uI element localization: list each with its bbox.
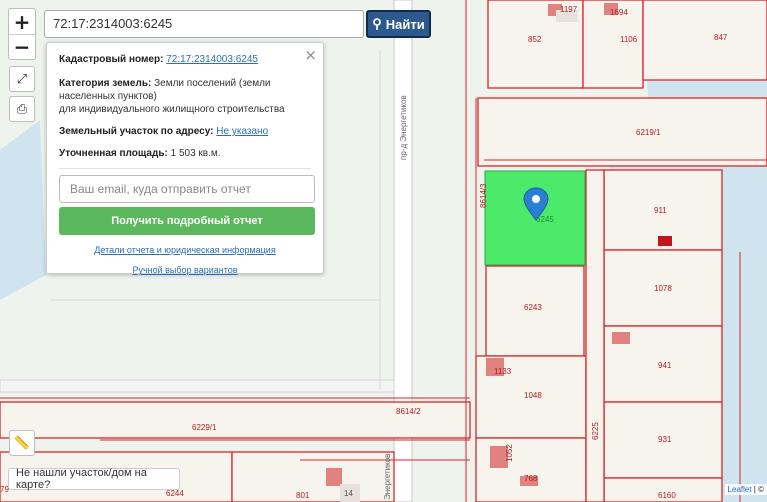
area-value: 1 503 кв.м. xyxy=(170,148,221,159)
building xyxy=(612,332,630,344)
close-icon[interactable]: × xyxy=(304,46,317,64)
parcel-label: 8614/2 xyxy=(396,407,421,416)
building xyxy=(326,468,342,486)
water-area xyxy=(0,120,46,300)
expand-icon: ⤢ xyxy=(16,71,28,87)
parcel-label: 911 xyxy=(654,206,667,215)
cadastral-number-row: Кадастровый номер: 72:17:2314003:6245 xyxy=(59,53,311,66)
address-row: Земельный участок по адресу: Не указано xyxy=(59,125,311,138)
cadastral-label: Кадастровый номер: xyxy=(59,54,164,65)
category-value: Земли поселений (земли xyxy=(154,78,271,89)
parcel-info-popup: × Кадастровый номер: 72:17:2314003:6245 … xyxy=(46,42,324,275)
map-attribution: Leaflet | © xyxy=(724,484,767,495)
parcel[interactable] xyxy=(585,169,605,502)
parcel-label: 801 xyxy=(296,491,310,500)
address-link[interactable]: Не указано xyxy=(216,126,268,137)
parcel-label: 6225 xyxy=(591,422,600,440)
print-button[interactable]: ⎙ xyxy=(9,96,35,122)
parcel-label: 931 xyxy=(658,435,672,444)
parcel[interactable] xyxy=(642,0,767,81)
category-value: для индивидуального жилищного строительс… xyxy=(59,104,285,115)
land-category-row: Категория земель: Земли поселений (земли… xyxy=(59,77,311,116)
parcel-label: 6229/1 xyxy=(192,423,217,432)
selected-parcel-label: 6245 xyxy=(536,215,554,224)
parcel-label: 1133 xyxy=(494,367,512,376)
not-found-button[interactable]: Не нашли участок/дом на карте? xyxy=(8,467,180,491)
search-button-label: Найти xyxy=(385,16,425,32)
road xyxy=(0,379,395,393)
street-label: пр-д Энергетиков xyxy=(399,95,408,160)
measure-button[interactable]: 📏 xyxy=(9,430,35,456)
parcel-label: 1106 xyxy=(620,35,638,44)
zoom-control: + − xyxy=(8,8,36,60)
parcel-label: 1694 xyxy=(610,8,628,17)
parcel-label: 1197 xyxy=(560,5,578,14)
zoom-in-button[interactable]: + xyxy=(9,9,35,34)
house-number-label: 14 xyxy=(344,489,353,498)
parcel-label: 1048 xyxy=(524,391,542,400)
building-dark xyxy=(658,236,672,246)
category-label: Категория земель: xyxy=(59,78,152,89)
ruler-icon: 📏 xyxy=(13,435,31,451)
parcel-label: 852 xyxy=(528,35,542,44)
report-details-link[interactable]: Детали отчета и юридическая информация xyxy=(94,245,275,255)
area-label: Уточненная площадь: xyxy=(59,148,168,159)
parcel-label: 768 xyxy=(524,474,538,483)
search-icon: ⚲ xyxy=(372,16,382,31)
manual-selection-link[interactable]: Ручной выбор вариантов xyxy=(132,265,237,275)
search-button[interactable]: ⚲ Найти xyxy=(366,10,431,38)
parcel-label: 1078 xyxy=(654,284,672,293)
parcel-label: 6160 xyxy=(658,491,676,500)
get-report-button[interactable]: Получить подробный отчет xyxy=(59,207,315,235)
address-label: Земельный участок по адресу: xyxy=(59,126,214,137)
parcel-label: 941 xyxy=(658,361,672,370)
cadastral-number-link[interactable]: 72:17:2314003:6245 xyxy=(166,54,258,65)
parcel-label: 8614/3 xyxy=(479,183,488,208)
attribution-separator: | © xyxy=(751,485,764,494)
parcel-label: 6219/1 xyxy=(636,128,661,137)
parcel-label: 1052 xyxy=(505,444,514,462)
divider xyxy=(59,168,311,169)
search-input[interactable]: 72:17:2314003:6245 xyxy=(44,10,364,38)
parcel-label: 847 xyxy=(714,33,728,42)
area-row: Уточненная площадь: 1 503 кв.м. xyxy=(59,147,311,160)
print-icon: ⎙ xyxy=(16,101,28,117)
street-label: Энергетиков xyxy=(383,454,392,500)
category-value: населенных пунктов) xyxy=(59,91,157,102)
parcel[interactable] xyxy=(477,97,767,167)
parcel-label: 6243 xyxy=(524,303,542,312)
email-field[interactable]: Ваш email, куда отправить отчет xyxy=(59,175,315,203)
leaflet-link[interactable]: Leaflet xyxy=(728,485,752,494)
fullscreen-button[interactable]: ⤢ xyxy=(9,66,35,92)
zoom-out-button[interactable]: − xyxy=(9,34,35,59)
